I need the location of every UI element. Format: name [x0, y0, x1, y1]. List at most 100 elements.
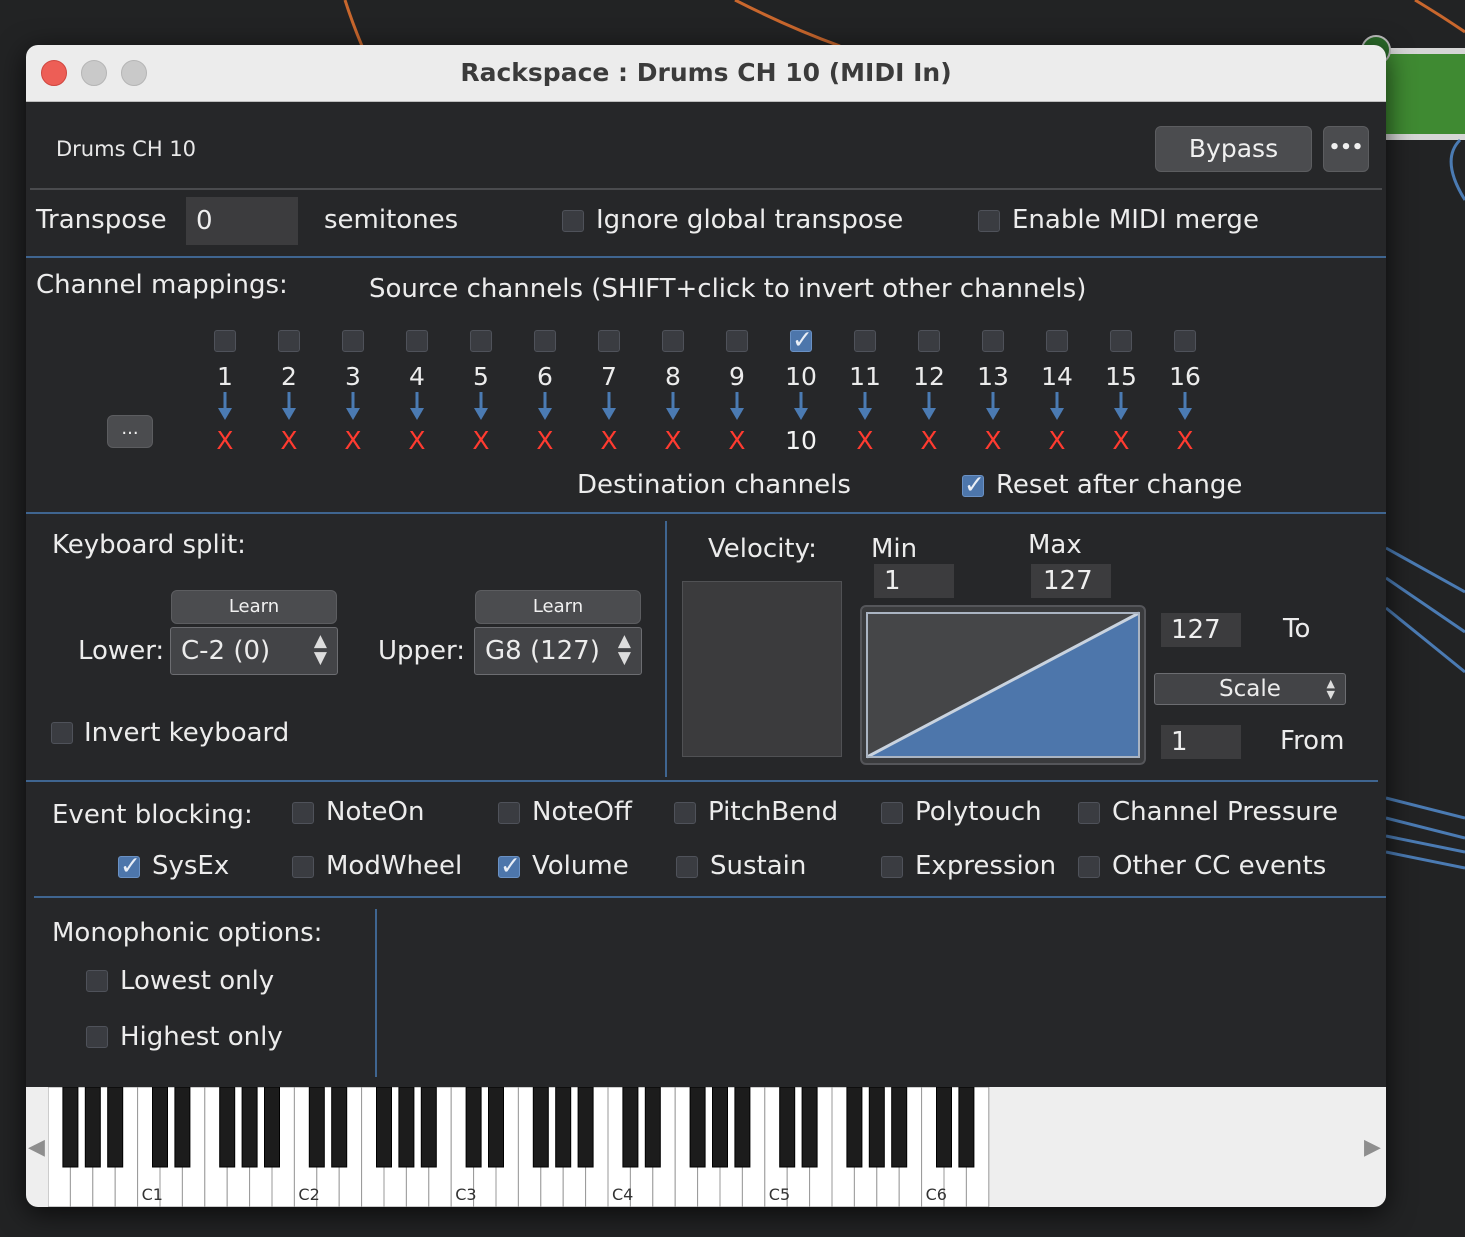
destination-channel-14[interactable]: X: [1027, 426, 1087, 455]
black-key[interactable]: [174, 1087, 191, 1168]
black-key[interactable]: [488, 1087, 504, 1168]
block-sustain-checkbox[interactable]: [676, 856, 698, 878]
block-volume-checkbox[interactable]: [498, 851, 521, 880]
velocity-curve[interactable]: [860, 605, 1146, 765]
block-channel-pressure-checkbox[interactable]: [1078, 802, 1100, 824]
velocity-min-input[interactable]: 1: [874, 564, 954, 598]
black-key[interactable]: [779, 1087, 796, 1168]
black-key[interactable]: [62, 1087, 79, 1168]
ignore-global-transpose-checkbox[interactable]: [562, 210, 584, 232]
channel-more-button[interactable]: ...: [107, 415, 153, 448]
destination-channel-1[interactable]: X: [195, 426, 255, 455]
block-pitchbend-checkbox[interactable]: [674, 802, 696, 824]
source-channel-4-checkbox[interactable]: [406, 330, 428, 352]
black-key[interactable]: [689, 1087, 706, 1168]
scroll-right-icon[interactable]: ▶: [1364, 1135, 1381, 1160]
source-channel-12-checkbox[interactable]: [918, 330, 940, 352]
source-channel-2-checkbox[interactable]: [278, 330, 300, 352]
source-channel-14-checkbox[interactable]: [1046, 330, 1068, 352]
black-key[interactable]: [376, 1087, 392, 1168]
black-key[interactable]: [868, 1087, 885, 1168]
destination-channel-5[interactable]: X: [451, 426, 511, 455]
destination-channel-13[interactable]: X: [963, 426, 1023, 455]
black-key[interactable]: [308, 1087, 325, 1168]
destination-channel-10[interactable]: 10: [771, 426, 831, 455]
black-key[interactable]: [936, 1087, 952, 1168]
scroll-left-icon[interactable]: ◀: [28, 1135, 45, 1160]
source-channel-1-checkbox[interactable]: [214, 330, 236, 352]
velocity-to-input[interactable]: 127: [1161, 613, 1241, 647]
black-key[interactable]: [644, 1087, 661, 1168]
velocity-from-input[interactable]: 1: [1161, 725, 1241, 759]
destination-channel-6[interactable]: X: [515, 426, 575, 455]
source-channel-15-checkbox[interactable]: [1110, 330, 1132, 352]
black-key[interactable]: [846, 1087, 863, 1168]
block-noteoff-checkbox[interactable]: [498, 802, 520, 824]
black-key[interactable]: [532, 1087, 549, 1168]
block-polytouch-label: Polytouch: [915, 797, 1042, 827]
black-key[interactable]: [577, 1087, 594, 1168]
source-channel-13-checkbox[interactable]: [982, 330, 1004, 352]
destination-channel-11[interactable]: X: [835, 426, 895, 455]
source-channel-6-checkbox[interactable]: [534, 330, 556, 352]
black-key[interactable]: [891, 1087, 908, 1168]
black-key[interactable]: [152, 1087, 168, 1168]
destination-channel-16[interactable]: X: [1155, 426, 1215, 455]
source-channel-8-checkbox[interactable]: [662, 330, 684, 352]
black-key[interactable]: [465, 1087, 482, 1168]
source-channel-5-checkbox[interactable]: [470, 330, 492, 352]
destination-channel-15[interactable]: X: [1091, 426, 1151, 455]
lower-note-select[interactable]: C-2 (0) ▲ ▼: [170, 627, 338, 675]
source-channel-7-checkbox[interactable]: [598, 330, 620, 352]
bypass-button[interactable]: Bypass: [1155, 126, 1312, 172]
upper-learn-button[interactable]: Learn: [475, 590, 641, 624]
lowest-only-checkbox[interactable]: [86, 970, 108, 992]
destination-channel-12[interactable]: X: [899, 426, 959, 455]
black-key[interactable]: [622, 1087, 639, 1168]
transpose-input[interactable]: 0: [186, 197, 298, 245]
piano-keyboard[interactable]: ◀ C1 C2 C3 C4 C5 C6 ▶: [26, 1087, 1386, 1207]
destination-channel-7[interactable]: X: [579, 426, 639, 455]
source-channel-3-checkbox[interactable]: [342, 330, 364, 352]
piano-keys[interactable]: C1 C2 C3 C4 C5 C6: [48, 1087, 1362, 1207]
black-key[interactable]: [958, 1087, 975, 1168]
velocity-max-input[interactable]: 127: [1031, 564, 1111, 598]
destination-channel-2[interactable]: X: [259, 426, 319, 455]
black-key[interactable]: [219, 1087, 236, 1168]
title-bar[interactable]: Rackspace : Drums CH 10 (MIDI In): [26, 45, 1386, 102]
destination-channel-3[interactable]: X: [323, 426, 383, 455]
enable-midi-merge-checkbox[interactable]: [978, 210, 1000, 232]
destination-channel-4[interactable]: X: [387, 426, 447, 455]
highest-only-checkbox[interactable]: [86, 1026, 108, 1048]
source-channel-10-checkbox[interactable]: [790, 325, 813, 354]
black-key[interactable]: [734, 1087, 751, 1168]
black-key[interactable]: [398, 1087, 415, 1168]
invert-keyboard-checkbox[interactable]: [51, 722, 73, 744]
black-key[interactable]: [241, 1087, 258, 1168]
black-key[interactable]: [331, 1087, 348, 1168]
destination-channel-9[interactable]: X: [707, 426, 767, 455]
black-key[interactable]: [264, 1087, 280, 1168]
block-sysex-checkbox[interactable]: [118, 851, 141, 880]
transpose-label: Transpose: [36, 205, 167, 235]
black-key[interactable]: [801, 1087, 818, 1168]
destination-channel-8[interactable]: X: [643, 426, 703, 455]
block-noteon-checkbox[interactable]: [292, 802, 314, 824]
block-other-cc-events-checkbox[interactable]: [1078, 856, 1100, 878]
block-modwheel-checkbox[interactable]: [292, 856, 314, 878]
black-key[interactable]: [107, 1087, 124, 1168]
block-polytouch-checkbox[interactable]: [881, 802, 903, 824]
upper-note-select[interactable]: G8 (127) ▲ ▼: [474, 627, 642, 675]
black-key[interactable]: [84, 1087, 101, 1168]
black-key[interactable]: [712, 1087, 728, 1168]
velocity-mode-select[interactable]: Scale ▲ ▼: [1154, 673, 1346, 705]
more-options-button[interactable]: •••: [1323, 126, 1369, 172]
block-expression-checkbox[interactable]: [881, 856, 903, 878]
source-channel-11-checkbox[interactable]: [854, 330, 876, 352]
black-key[interactable]: [555, 1087, 572, 1168]
source-channel-16-checkbox[interactable]: [1174, 330, 1196, 352]
lower-learn-button[interactable]: Learn: [171, 590, 337, 624]
reset-after-change-checkbox[interactable]: [962, 470, 985, 499]
source-channel-9-checkbox[interactable]: [726, 330, 748, 352]
black-key[interactable]: [420, 1087, 437, 1168]
